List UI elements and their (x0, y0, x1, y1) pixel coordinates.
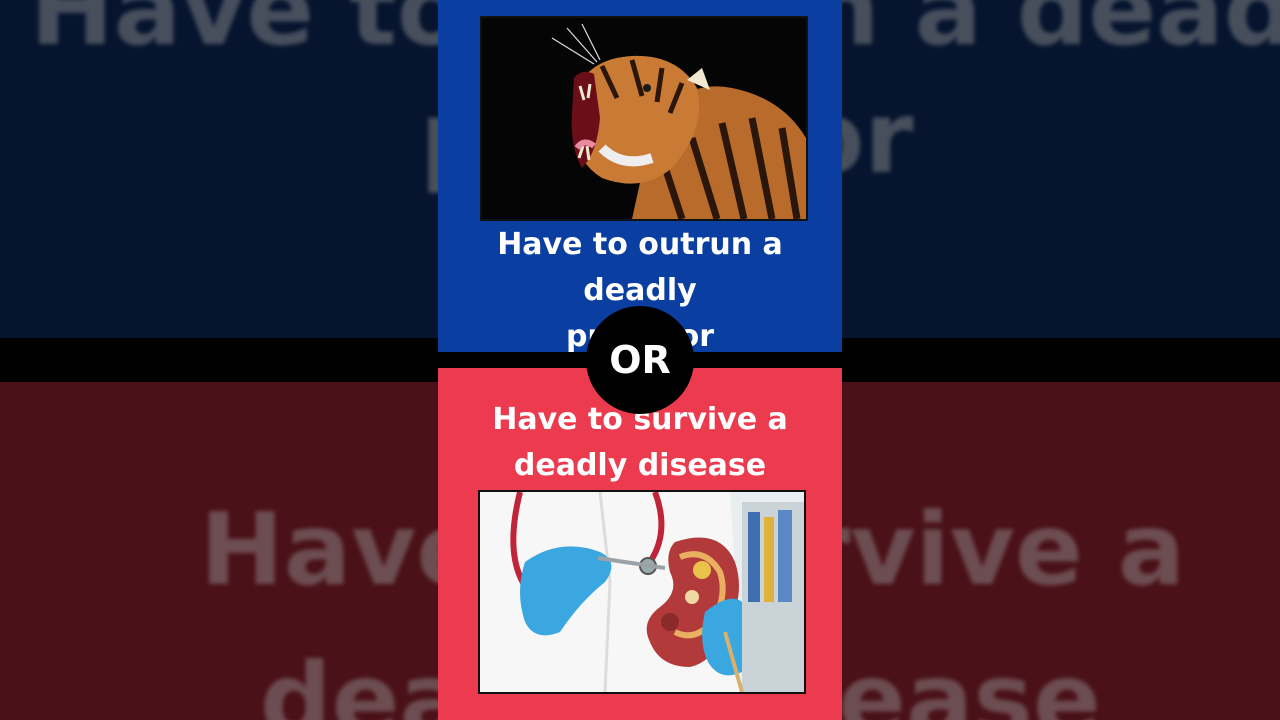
or-label: OR (609, 338, 671, 382)
option-a-line-1: Have to outrun a deadly (497, 227, 783, 308)
video-frame: Have to outrun a deadly predator Have to… (0, 0, 1280, 720)
or-badge: OR (586, 306, 694, 414)
option-b-line-2: deadly disease (513, 448, 767, 483)
tiger-roaring-image (480, 16, 808, 221)
doctor-kidney-model-image (478, 490, 806, 694)
doctor-kidney-illustration (480, 492, 804, 692)
tiger-illustration (482, 18, 806, 219)
would-you-rather-panel: Have to outrun a deadly predator Have to… (438, 0, 842, 720)
option-a-panel[interactable]: Have to outrun a deadly predator (438, 0, 842, 354)
